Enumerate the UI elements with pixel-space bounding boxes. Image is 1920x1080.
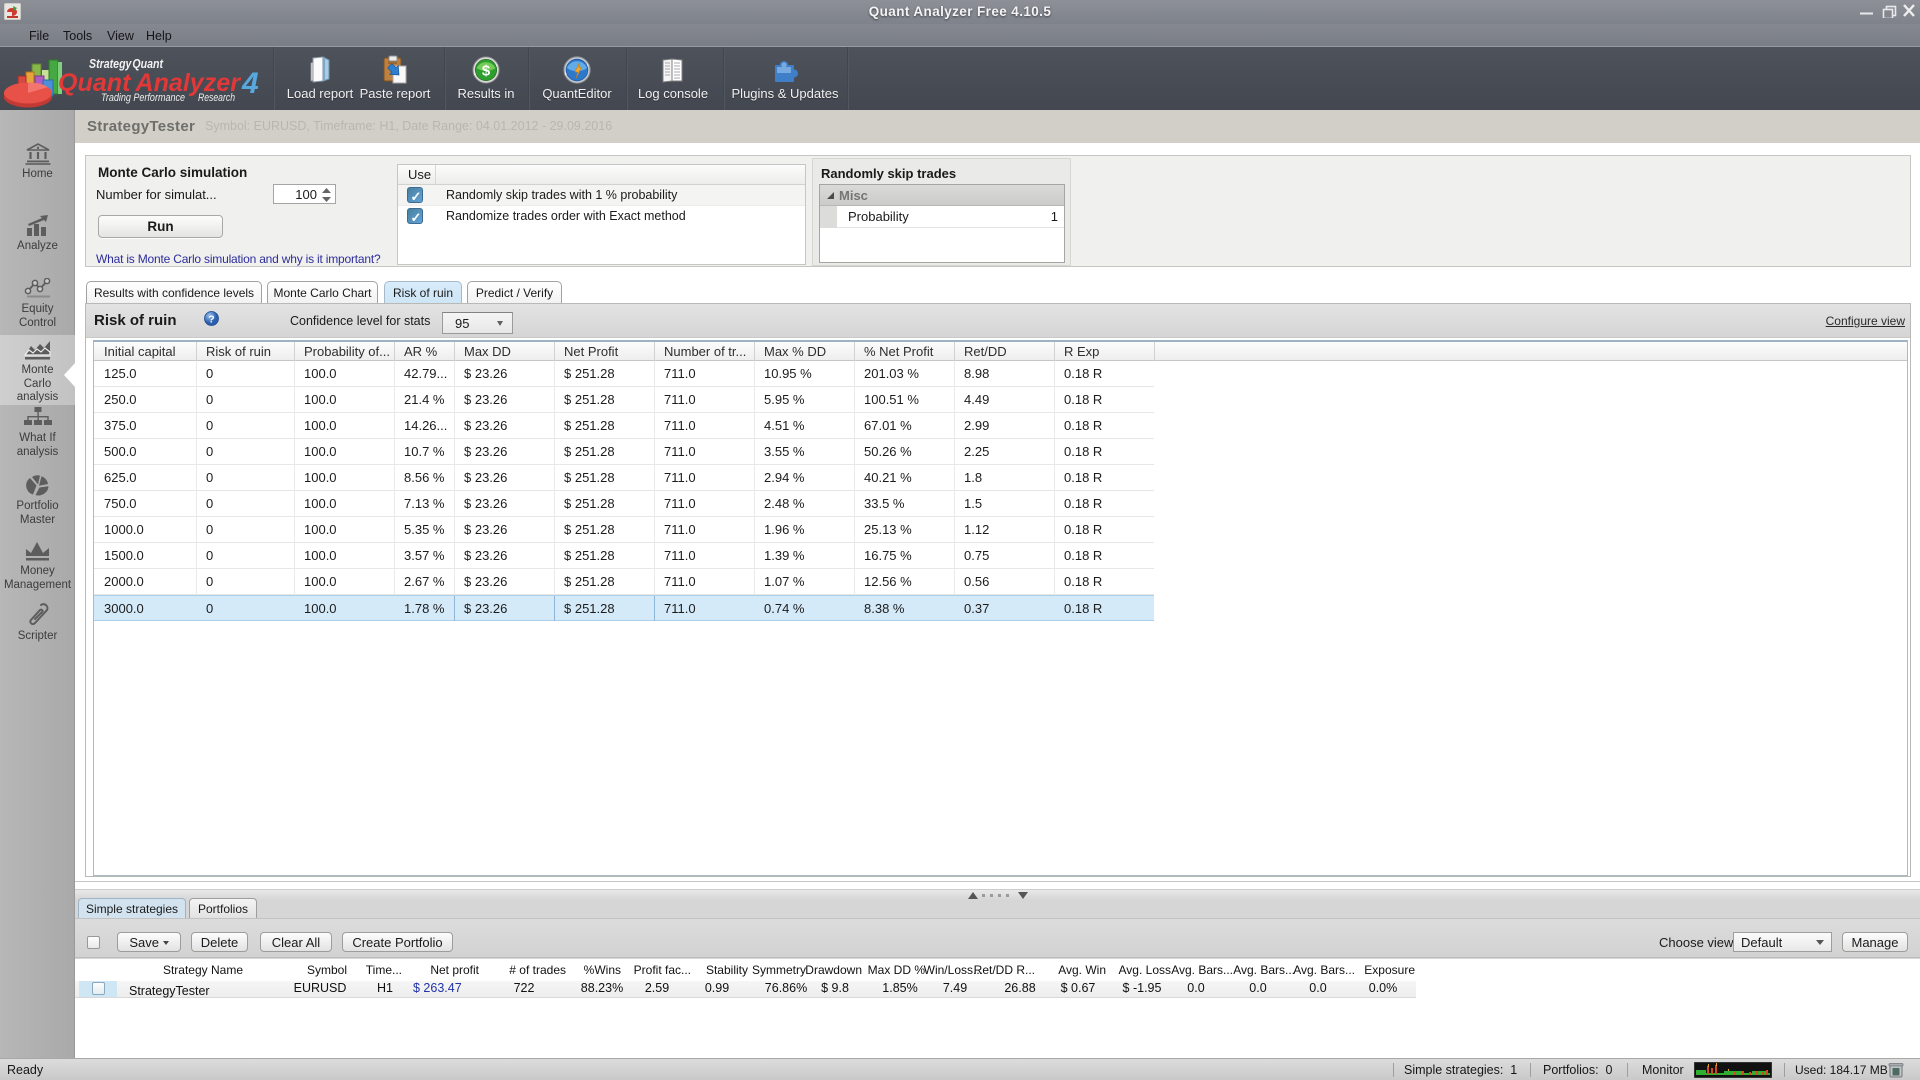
svg-text:$: $ (482, 63, 491, 80)
svg-text:?: ? (208, 314, 214, 326)
svg-text:Research: Research (198, 92, 235, 104)
svg-text:Trading Performance: Trading Performance (101, 92, 185, 104)
